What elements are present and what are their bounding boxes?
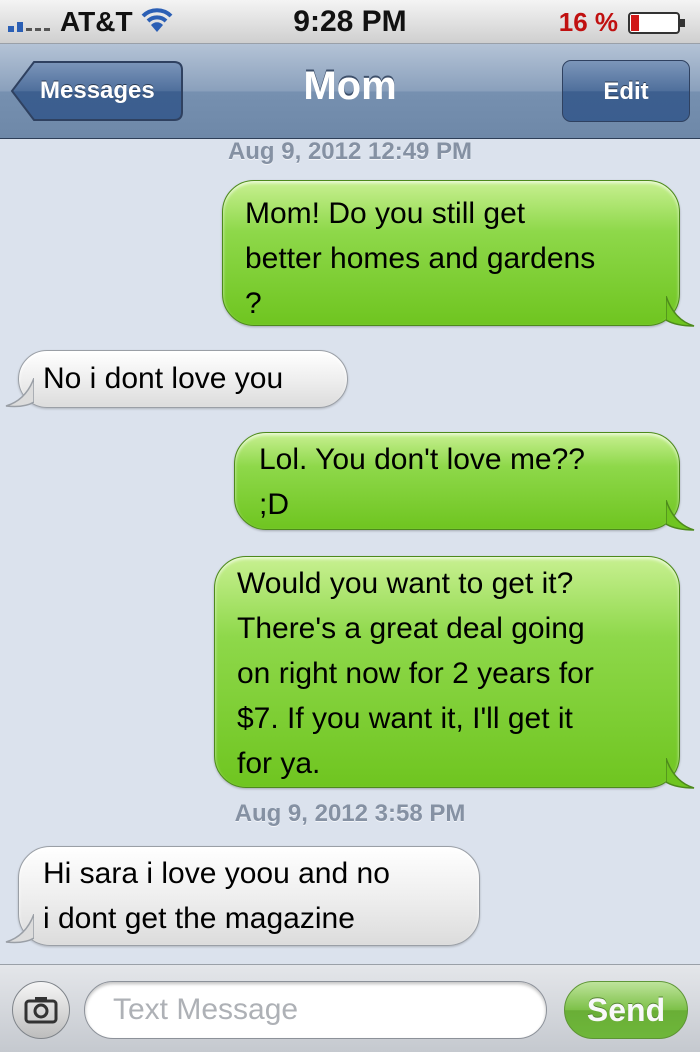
message-line: ;D (259, 488, 289, 521)
message-line: There's a great deal going (237, 612, 585, 645)
timestamp: Aug 9, 2012 3:58 PM (234, 800, 466, 827)
sent-message-bubble[interactable]: Lol. You don't love me?? ;D (234, 432, 680, 530)
bubble-tail (666, 296, 695, 327)
bubble-tail (5, 914, 34, 944)
battery-icon (628, 12, 685, 34)
navigation-bar: Messages Mom Edit (0, 44, 700, 139)
sent-message-bubble[interactable]: Mom! Do you still get better homes and g… (222, 180, 680, 326)
received-message-bubble[interactable]: Hi sara i love yoou and no i dont get th… (18, 846, 480, 946)
status-bar: AT&T 9:28 PM 16 % (0, 0, 700, 44)
message-line: $7. If you want it, I'll get it (237, 702, 573, 735)
battery-percentage: 16 % (558, 7, 618, 37)
message-line: Would you want to get it? (237, 567, 574, 600)
message-input-bar: Send (0, 964, 700, 1052)
message-line: Mom! Do you still get (245, 197, 526, 230)
message-line: Lol. You don't love me?? (259, 443, 585, 476)
message-line: ? (245, 287, 262, 320)
message-line: better homes and gardens (245, 242, 596, 275)
bubble-tail (666, 758, 695, 789)
send-button[interactable]: Send (564, 981, 688, 1039)
camera-icon (24, 997, 58, 1024)
timestamp: Aug 9, 2012 12:49 PM (227, 138, 473, 165)
bubble-tail (5, 378, 34, 408)
message-line: for ya. (237, 747, 321, 780)
sent-message-bubble[interactable]: Would you want to get it? There's a grea… (214, 556, 680, 788)
camera-button[interactable] (12, 981, 70, 1039)
edit-button[interactable]: Edit (562, 60, 690, 122)
message-line: No i dont love you (43, 362, 284, 395)
message-line: on right now for 2 years for (237, 657, 594, 690)
bubble-tail (666, 500, 695, 531)
text-message-input[interactable] (84, 981, 547, 1039)
message-line: i dont get the magazine (43, 902, 355, 935)
message-line: Hi sara i love yoou and no (43, 857, 390, 890)
received-message-bubble[interactable]: No i dont love you (18, 350, 348, 408)
